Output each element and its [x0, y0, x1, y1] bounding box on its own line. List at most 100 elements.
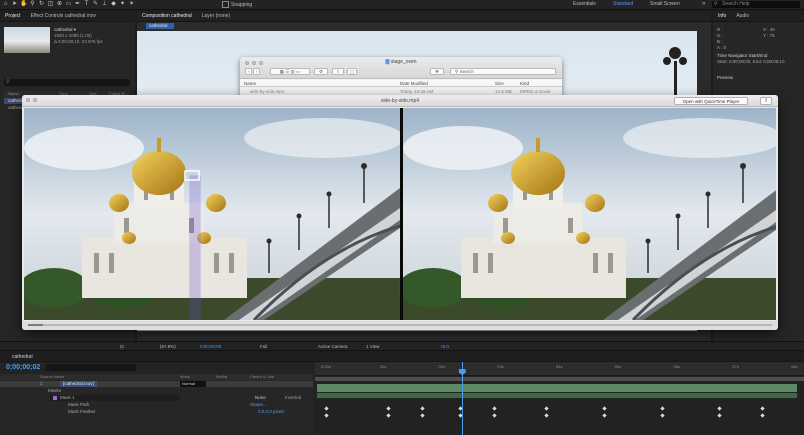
layer-mode-dropdown[interactable]: Normal: [180, 381, 206, 387]
time-ruler[interactable]: 0;00s 01s 02s 03s 04s 05s 06s 07s 08s: [315, 362, 804, 376]
tab-timeline-comp[interactable]: cathedral: [12, 354, 33, 360]
scrubber-track[interactable]: [28, 324, 772, 326]
keyframe-marker[interactable]: [717, 406, 722, 411]
rotate-tool-icon[interactable]: ↻: [38, 1, 45, 8]
keyframe-marker[interactable]: [544, 413, 550, 418]
view-layout-dropdown[interactable]: 1 View: [366, 344, 379, 349]
timeline-tracks[interactable]: 0;00s 01s 02s 03s 04s 05s 06s 07s 08s: [315, 362, 804, 435]
tab-info[interactable]: Info: [713, 13, 731, 19]
keyframe-marker[interactable]: [323, 413, 329, 418]
share-button[interactable]: ⇪: [332, 68, 344, 75]
hand-tool-icon[interactable]: ✋: [20, 1, 27, 8]
snapping-checkbox[interactable]: [222, 1, 229, 8]
workspace-essentials[interactable]: Essentials: [573, 1, 596, 7]
camera-dropdown[interactable]: Active Camera: [318, 344, 348, 349]
workspace-small-screen[interactable]: Small Screen: [650, 1, 680, 7]
mask-path-row[interactable]: Mask Path Shape...: [0, 402, 313, 408]
layer-row[interactable]: 1 [cathedral.mov] Normal: [0, 381, 313, 387]
timeline-current-time[interactable]: 0;00;00;02: [6, 364, 40, 371]
brush-tool-icon[interactable]: ✎: [92, 1, 99, 8]
clone-stamp-tool-icon[interactable]: ⊥: [101, 1, 108, 8]
puppet-tool-icon[interactable]: ✶: [128, 1, 135, 8]
keyframe-marker[interactable]: [386, 406, 391, 411]
keyframe-marker[interactable]: [659, 413, 665, 418]
selection-tool-icon[interactable]: ➤: [11, 1, 18, 8]
tags-button[interactable]: ▢: [347, 68, 357, 75]
mask-color-swatch[interactable]: [53, 396, 57, 400]
work-area-bar[interactable]: [315, 377, 804, 381]
keyframe-marker[interactable]: [544, 406, 550, 411]
workspace-standard[interactable]: Standard: [613, 1, 633, 7]
tab-effect-controls[interactable]: Effect Controls cathedral.mov: [26, 13, 102, 19]
playback-scrubber[interactable]: [22, 321, 778, 330]
magnification-icon[interactable]: ⊡: [120, 344, 124, 350]
finder-column-size[interactable]: Size: [495, 80, 504, 87]
tab-layer[interactable]: Layer (none): [197, 13, 235, 19]
tab-audio[interactable]: Audio: [731, 13, 754, 19]
exposure-value[interactable]: +0.0: [440, 344, 449, 349]
ruler-tick-label: 01s: [379, 364, 387, 369]
comp-flowchart-label[interactable]: cathedral: [146, 23, 174, 29]
finder-column-kind[interactable]: Kind: [520, 80, 529, 87]
current-time-display[interactable]: 0;00;00;00: [200, 344, 221, 349]
search-help-input[interactable]: ⚲ Search Help: [712, 1, 800, 8]
eraser-tool-icon[interactable]: ◆: [110, 1, 117, 8]
mask-feather-row[interactable]: Mask Feather 0.0,0.0 pixels: [0, 409, 313, 415]
mask-feather-label: Mask Feather: [68, 409, 96, 414]
arrange-button[interactable]: ⚙: [314, 68, 328, 75]
column-parent[interactable]: Parent & Link: [250, 374, 274, 379]
column-name[interactable]: Name: [8, 91, 19, 96]
mask-path-value[interactable]: Shape...: [250, 402, 267, 408]
project-search-input[interactable]: ⚲: [4, 79, 130, 86]
forward-button[interactable]: ›: [253, 68, 260, 75]
rectangle-tool-icon[interactable]: ▭: [65, 1, 72, 8]
keyframe-marker[interactable]: [602, 413, 607, 418]
project-thumbnail: [4, 27, 50, 53]
column-source-name[interactable]: Source Name: [40, 374, 64, 379]
keyframe-marker[interactable]: [419, 413, 425, 418]
layer-duration-bar[interactable]: [317, 384, 797, 392]
keyframe-marker[interactable]: [602, 406, 607, 411]
keyframe-marker[interactable]: [760, 413, 766, 418]
finder-column-date[interactable]: Date Modified: [400, 80, 428, 87]
open-with-quicktime-button[interactable]: Open with QuickTime Player: [674, 97, 748, 105]
roto-brush-tool-icon[interactable]: ✦: [119, 1, 126, 8]
column-trkmat[interactable]: TrkMat: [215, 374, 227, 379]
dropbox-button[interactable]: ❖: [430, 68, 444, 75]
keyframe-marker[interactable]: [760, 406, 766, 411]
masks-group-row[interactable]: Masks: [0, 388, 313, 394]
timeline-tabbar: cathedral: [0, 352, 804, 362]
timeline-search-input[interactable]: [46, 364, 136, 371]
column-mode[interactable]: Mode: [180, 374, 190, 379]
finder-column-name[interactable]: Name: [244, 80, 256, 87]
tab-project[interactable]: Project: [0, 13, 26, 19]
zoom-tool-icon[interactable]: ⚲: [29, 1, 36, 8]
mask-feather-value[interactable]: 0.0,0.0 pixels: [258, 409, 285, 415]
keyframe-marker[interactable]: [717, 413, 722, 418]
camera-tool-icon[interactable]: ◫: [47, 1, 54, 8]
share-icon[interactable]: ⇪: [760, 97, 772, 105]
video-frame[interactable]: [22, 106, 778, 322]
back-button[interactable]: ‹: [245, 68, 252, 75]
keyframe-marker[interactable]: [659, 406, 665, 411]
tab-composition[interactable]: Composition cathedral: [137, 13, 197, 19]
keyframe-marker[interactable]: [491, 413, 497, 418]
resolution-dropdown[interactable]: Full: [260, 344, 267, 349]
mask-inverted-checkbox[interactable]: Inverted: [285, 395, 301, 401]
pen-tool-icon[interactable]: ✒: [74, 1, 81, 8]
workspace-menu-icon[interactable]: »: [702, 1, 705, 7]
pan-behind-tool-icon[interactable]: ⊕: [56, 1, 63, 8]
keyframe-marker[interactable]: [323, 406, 329, 411]
finder-file-row[interactable]: side-by-side.mp4 Today, 10:25 AM 12.9 MB…: [240, 88, 562, 95]
home-icon[interactable]: ⌂: [2, 1, 9, 8]
view-mode-segmented[interactable]: ▦ ☰ ▥ ▭: [270, 68, 310, 75]
time-navigator-value: Start: 0;00;00;00, End: 0;00;08;10: [717, 59, 785, 64]
zoom-dropdown[interactable]: (67.8%): [160, 344, 176, 349]
mask-row[interactable]: Mask 1 None Inverted: [0, 395, 313, 401]
mask-mode-dropdown[interactable]: None: [255, 395, 266, 401]
type-tool-icon[interactable]: T: [83, 1, 90, 8]
keyframe-marker[interactable]: [491, 406, 497, 411]
finder-search-input[interactable]: ⚲ Search: [450, 68, 556, 75]
keyframe-marker[interactable]: [419, 406, 425, 411]
keyframe-marker[interactable]: [386, 413, 391, 418]
